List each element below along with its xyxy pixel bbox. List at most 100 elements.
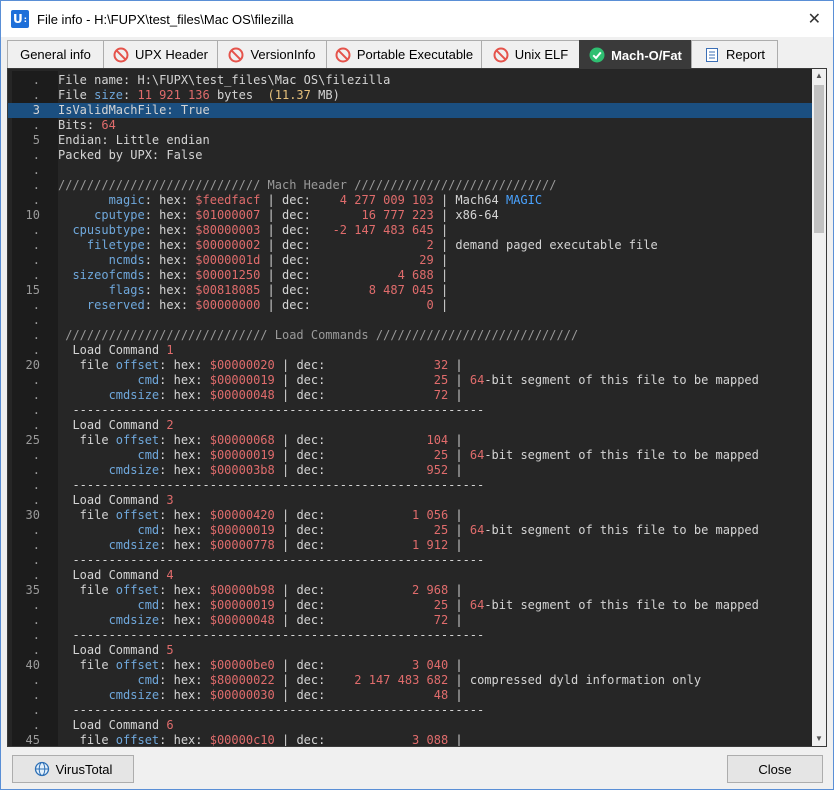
line-number: . <box>32 178 40 192</box>
tab-mach-o-fat[interactable]: Mach-O/Fat <box>579 40 692 69</box>
line-segment: 104 <box>426 433 449 447</box>
line-segment: | dec: <box>274 373 434 387</box>
text-line: . Load Command 6 <box>8 718 818 733</box>
line-segment: : hex: <box>159 358 210 372</box>
line-segment: : hex: <box>144 208 196 222</box>
line-segment: $00000420 <box>209 508 275 522</box>
line-segment: | compressed dyld information only <box>448 673 702 687</box>
line-segment <box>58 253 109 267</box>
line-segment: -bit segment of this file to be mapped <box>484 448 759 462</box>
line-segment: | <box>448 388 463 402</box>
line-segment <box>58 373 137 387</box>
line-segment: 4 277 009 103 <box>339 193 434 207</box>
line-text: sizeofcmds: hex: $00001250 | dec: 4 688 … <box>58 268 448 283</box>
tab-versioninfo[interactable]: VersionInfo <box>217 40 327 68</box>
line-text: cpusubtype: hex: $80000003 | dec: -2 147… <box>58 223 448 238</box>
line-segment: $00000048 <box>209 613 275 627</box>
tab-report[interactable]: Report <box>691 40 778 68</box>
virustotal-button[interactable]: VirusTotal <box>12 755 134 783</box>
line-segment: cmdsize <box>108 538 160 552</box>
line-text: flags: hex: $00818085 | dec: 8 487 045 | <box>58 283 449 298</box>
line-segment: File name: <box>58 73 138 87</box>
line-text: cmdsize: hex: $00000048 | dec: 72 | <box>58 388 463 403</box>
line-segment <box>58 208 94 222</box>
line-segment: file <box>58 358 116 372</box>
tab-upx-header[interactable]: UPX Header <box>103 40 218 68</box>
line-segment: 2 147 483 682 <box>354 673 449 687</box>
tab-label: General info <box>20 47 91 62</box>
line-segment: cpusubtype <box>72 223 145 237</box>
line-segment: $000003b8 <box>209 463 275 477</box>
close-label: Close <box>758 761 792 777</box>
line-segment: $00000048 <box>209 388 275 402</box>
tab-unix-elf[interactable]: Unix ELF <box>481 40 580 68</box>
line-segment: $80000003 <box>195 223 261 237</box>
window-title: File info - H:\FUPX\test_files\Mac OS\fi… <box>37 11 294 27</box>
line-segment: | <box>448 583 463 597</box>
scrollbar-thumb[interactable] <box>814 85 824 233</box>
line-segment <box>58 538 109 552</box>
line-text: magic: hex: $feedfacf | dec: 4 277 009 1… <box>58 193 543 208</box>
mach-o-text-view[interactable]: . File name: H:\FUPX\test_files\Mac OS\fi… <box>7 68 827 747</box>
line-segment: bytes <box>209 88 268 102</box>
close-button[interactable]: Close <box>727 755 823 783</box>
line-segment: $00000c10 <box>209 733 275 747</box>
scroll-down-icon[interactable]: ▼ <box>812 732 826 746</box>
line-number: . <box>32 88 40 102</box>
line-segment: offset <box>115 358 160 372</box>
virustotal-label: VirusTotal <box>55 761 113 777</box>
line-number: . <box>32 238 40 252</box>
text-line: . <box>8 163 818 178</box>
line-segment: H:\FUPX\test_files\Mac OS\filezilla <box>137 73 391 87</box>
line-segment: | dec: <box>260 283 369 297</box>
line-segment: | dec: <box>274 688 434 702</box>
line-segment: 0 <box>426 298 434 312</box>
line-number: . <box>32 523 40 537</box>
line-segment: | dec: <box>274 538 413 552</box>
line-number: . <box>32 568 40 582</box>
scroll-up-icon[interactable]: ▲ <box>812 69 826 83</box>
line-segment: | dec: <box>274 658 413 672</box>
line-segment: | dec: <box>274 523 434 537</box>
line-segment: //////////////////////////// Load Comman… <box>58 328 579 342</box>
text-line: 15 flags: hex: $00818085 | dec: 8 487 04… <box>8 283 818 298</box>
line-segment: : hex: <box>144 193 196 207</box>
line-number: . <box>32 598 40 612</box>
line-segment: 72 <box>433 388 449 402</box>
app-icon: U: <box>11 10 29 28</box>
line-segment <box>58 238 87 252</box>
app-icon-letter: U <box>13 12 23 26</box>
line-text: Load Command 1 <box>58 343 173 358</box>
tab-portable-executable[interactable]: Portable Executable <box>326 40 482 68</box>
line-number: . <box>32 703 40 717</box>
line-segment: offset <box>115 733 160 747</box>
line-segment: : hex: <box>159 508 210 522</box>
line-text: ncmds: hex: $0000001d | dec: 29 | <box>58 253 449 268</box>
line-segment: | dec: <box>274 598 434 612</box>
line-segment: | dec: <box>260 298 427 312</box>
line-segment: | <box>448 433 463 447</box>
line-segment: 952 <box>426 463 449 477</box>
line-text: ----------------------------------------… <box>58 478 484 493</box>
line-number: 45 <box>25 733 40 747</box>
text-line: . File name: H:\FUPX\test_files\Mac OS\fi… <box>8 73 818 88</box>
line-text: reserved: hex: $00000000 | dec: 0 | <box>58 298 448 313</box>
line-segment: 64 <box>469 373 485 387</box>
tab-general-info[interactable]: General info <box>7 40 104 68</box>
text-line: 30 file offset: hex: $00000420 | dec: 1 … <box>8 508 818 523</box>
line-segment: 1 912 <box>412 538 449 552</box>
line-segment: offset <box>115 583 160 597</box>
line-segment: 8 487 045 <box>368 283 434 297</box>
tab-label: Report <box>725 47 766 62</box>
line-segment: | dec: <box>274 613 434 627</box>
line-segment: $00000068 <box>209 433 275 447</box>
text-line: . Load Command 4 <box>8 568 818 583</box>
line-number: 10 <box>25 208 40 222</box>
vertical-scrollbar[interactable]: ▲ ▼ <box>812 69 826 746</box>
line-text: Load Command 2 <box>58 418 173 433</box>
line-segment: $00000019 <box>209 598 275 612</box>
line-segment: Endian: Little endian <box>58 133 210 147</box>
line-segment <box>58 523 137 537</box>
close-window-icon[interactable]: ✕ <box>808 9 821 28</box>
line-number: 15 <box>25 283 40 297</box>
